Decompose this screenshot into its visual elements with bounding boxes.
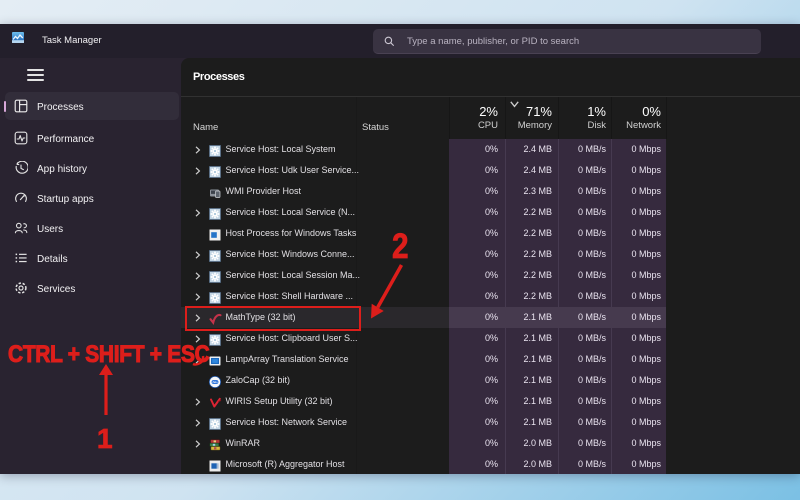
svg-text:Zalo: Zalo — [212, 380, 218, 384]
